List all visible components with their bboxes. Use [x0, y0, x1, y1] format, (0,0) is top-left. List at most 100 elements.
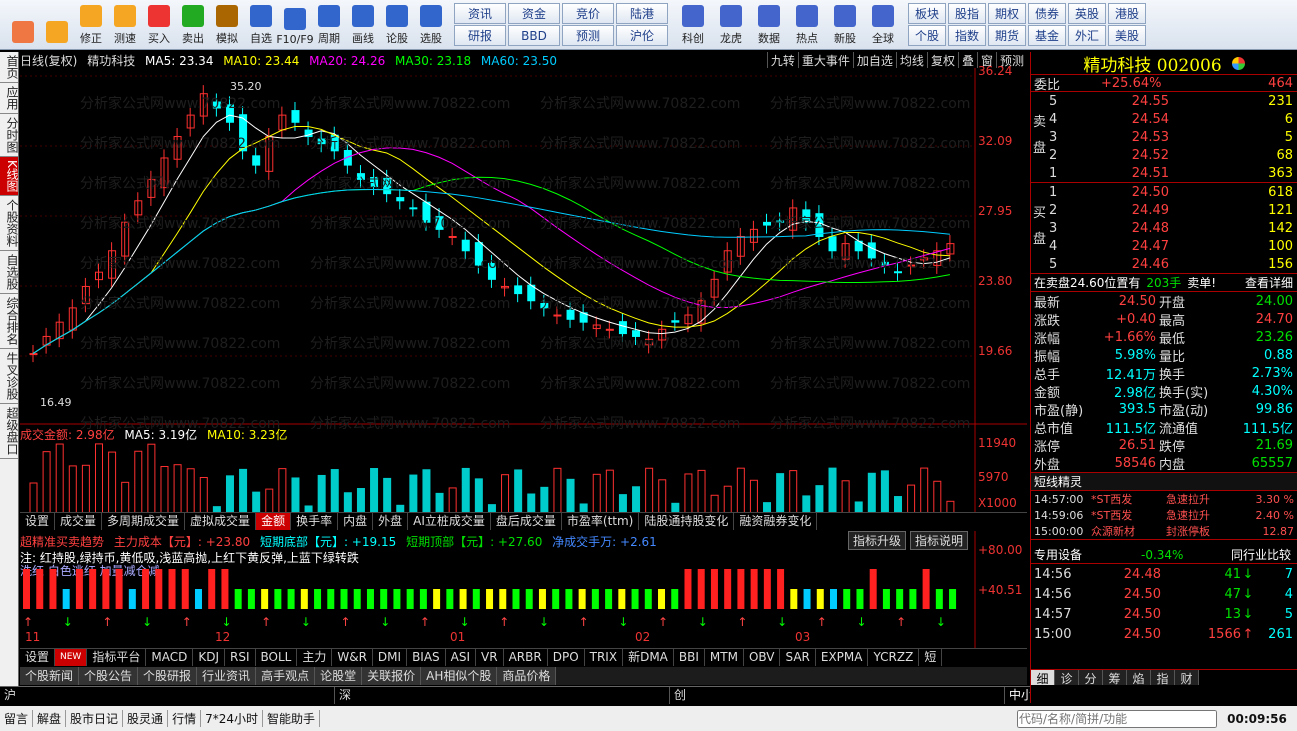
bottom-button[interactable]: 智能助手: [263, 710, 320, 727]
indicator-tab[interactable]: KDJ: [193, 649, 225, 666]
toolbar-button-kechuang[interactable]: 科创: [674, 2, 712, 48]
indicator-tab[interactable]: MTM: [705, 649, 744, 666]
grid-button[interactable]: 资讯: [454, 3, 506, 24]
indicator-tab[interactable]: YCRZZ: [868, 649, 920, 666]
buy-level[interactable]: 1 24.50 618: [1031, 183, 1297, 201]
news-tab[interactable]: 商品价格: [497, 667, 557, 685]
toolbar-button-sell[interactable]: 卖出: [176, 2, 210, 48]
toolbar-button-star[interactable]: 自选: [244, 2, 278, 48]
indicator-tab[interactable]: MACD: [146, 649, 194, 666]
toolbar-button-select[interactable]: 选股: [414, 2, 448, 48]
news-tab[interactable]: AH相似个股: [421, 667, 498, 685]
indicator-tab[interactable]: ARBR: [504, 649, 548, 666]
bottom-button[interactable]: 股灵通: [123, 710, 169, 727]
grid-button[interactable]: 英股: [1068, 3, 1106, 24]
sidebar-tab[interactable]: 牛叉诊股: [0, 349, 19, 404]
grid-button[interactable]: 研报: [454, 25, 506, 46]
indicator-tab[interactable]: OBV: [744, 649, 781, 666]
toolbar-button-up-down[interactable]: 修正: [74, 2, 108, 48]
buy-level[interactable]: 4 24.47 100: [1031, 237, 1297, 255]
volume-tab[interactable]: 设置: [20, 513, 56, 530]
volume-tab[interactable]: 外盘: [373, 513, 409, 530]
sell-level[interactable]: 3 24.53 5: [1031, 128, 1297, 146]
volume-tab[interactable]: 虚拟成交量: [185, 513, 257, 530]
chart-control[interactable]: 叠: [957, 52, 977, 68]
tick-tab[interactable]: 诊: [1055, 670, 1079, 686]
sector-compare-link[interactable]: 同行业比较: [1231, 546, 1297, 563]
indicator-tab[interactable]: TRIX: [585, 649, 624, 666]
buy-level[interactable]: 5 24.46 156: [1031, 255, 1297, 273]
indicator-tab[interactable]: 指标平台: [87, 649, 147, 666]
news-tab[interactable]: 论股堂: [315, 667, 363, 685]
grid-button[interactable]: 陆港: [616, 3, 668, 24]
toolbar-button-speed[interactable]: 测速: [108, 2, 142, 48]
sell-level[interactable]: 1 24.51 363: [1031, 164, 1297, 182]
indicator-tab[interactable]: W&R: [332, 649, 373, 666]
sidebar-tab[interactable]: 超级盘口: [0, 404, 19, 459]
volume-tab[interactable]: 多周期成交量: [102, 513, 186, 530]
toolbar-button-talk[interactable]: 论股: [380, 2, 414, 48]
toolbar-button-fire[interactable]: 热点: [788, 2, 826, 48]
sidebar-tab[interactable]: 个股资料: [0, 196, 19, 251]
bottom-button[interactable]: 解盘: [33, 710, 67, 727]
grid-button[interactable]: 股指: [948, 3, 986, 24]
tick-tab[interactable]: 指: [1151, 670, 1175, 686]
volume-tab[interactable]: 市盈率(ttm): [562, 513, 640, 530]
pie-icon[interactable]: [1231, 56, 1245, 70]
toolbar-button-buy[interactable]: 买入: [142, 2, 176, 48]
chart-control[interactable]: 复权: [926, 52, 958, 68]
sidebar-tab[interactable]: 综合排名: [0, 294, 19, 349]
news-tab[interactable]: 行业资讯: [197, 667, 257, 685]
grid-button[interactable]: 基金: [1028, 25, 1066, 46]
indicator-tab[interactable]: 新DMA: [623, 649, 674, 666]
buy-level[interactable]: 2 24.49 121: [1031, 201, 1297, 219]
volume-tab[interactable]: 内盘: [338, 513, 374, 530]
grid-button[interactable]: 美股: [1108, 25, 1146, 46]
indicator-chart[interactable]: ↑ ↓ ↑ ↓ ↑ ↓ ↑ ↓ ↑ ↓ ↑ ↓ ↑ ↓ ↑ ↓ ↑ ↓ ↑ ↓ ↑ ↓ ↑ ↓ 11 12 01 02 03: [20, 531, 1027, 648]
sidebar-tab[interactable]: 首页: [0, 52, 19, 83]
volume-tab[interactable]: 盘后成交量: [491, 513, 562, 530]
buy-level[interactable]: 3 24.48 142: [1031, 219, 1297, 237]
sidebar-tab[interactable]: 自选股: [0, 251, 19, 294]
tick-tab[interactable]: 筹: [1103, 670, 1127, 686]
grid-button[interactable]: 期权: [988, 3, 1026, 24]
elf-row[interactable]: 14:59:06 *ST西发 急速拉升 2.40 %: [1031, 507, 1297, 523]
news-tab[interactable]: 高手观点: [256, 667, 316, 685]
indicator-tab[interactable]: RSI: [225, 649, 256, 666]
indicator-tab[interactable]: VR: [476, 649, 504, 666]
news-tab[interactable]: 关联报价: [362, 667, 422, 685]
volume-tab[interactable]: AI立桩成交量: [408, 513, 491, 530]
indicator-tab[interactable]: 主力: [297, 649, 333, 666]
grid-button[interactable]: 沪伦: [616, 25, 668, 46]
news-tab[interactable]: 个股新闻: [20, 667, 80, 685]
toolbar-button-ipo[interactable]: 新股: [826, 2, 864, 48]
elf-row[interactable]: 14:57:00 *ST西发 急速拉升 3.30 %: [1031, 491, 1297, 507]
grid-button[interactable]: 资金: [508, 3, 560, 24]
indicator-tab[interactable]: BBI: [674, 649, 705, 666]
sell-level[interactable]: 4 24.54 6: [1031, 110, 1297, 128]
toolbar-button-period[interactable]: 周期: [312, 2, 346, 48]
indicator-tab[interactable]: DMI: [373, 649, 408, 666]
indicator-tab[interactable]: DPO: [548, 649, 585, 666]
volume-tab[interactable]: 换手率: [291, 513, 339, 530]
sidebar-tab[interactable]: 应用: [0, 83, 19, 114]
indicator-tab[interactable]: 短: [919, 649, 943, 666]
indicator-tab[interactable]: EXPMA: [816, 649, 869, 666]
grid-button[interactable]: 个股: [908, 25, 946, 46]
toolbar-button-globe[interactable]: 全球: [864, 2, 902, 48]
tick-tab[interactable]: 焰: [1127, 670, 1151, 686]
grid-button[interactable]: 竞价: [562, 3, 614, 24]
toolbar-button-hammer[interactable]: 模拟: [210, 2, 244, 48]
indicator-tab[interactable]: BIAS: [407, 649, 446, 666]
chart-control[interactable]: 加自选: [852, 52, 896, 68]
grid-button[interactable]: 港股: [1108, 3, 1146, 24]
tick-tab[interactable]: 分: [1079, 670, 1103, 686]
sell-level[interactable]: 5 24.55 231: [1031, 92, 1297, 110]
grid-button[interactable]: 期货: [988, 25, 1026, 46]
elf-title[interactable]: 短线精灵: [1031, 473, 1297, 491]
sector-name[interactable]: 专用设备: [1031, 546, 1141, 563]
sidebar-tab[interactable]: K线图: [0, 157, 19, 196]
volume-tab[interactable]: 成交量: [55, 513, 103, 530]
indicator-tab[interactable]: 设置: [20, 649, 56, 666]
chart-control[interactable]: 九转: [766, 52, 798, 68]
